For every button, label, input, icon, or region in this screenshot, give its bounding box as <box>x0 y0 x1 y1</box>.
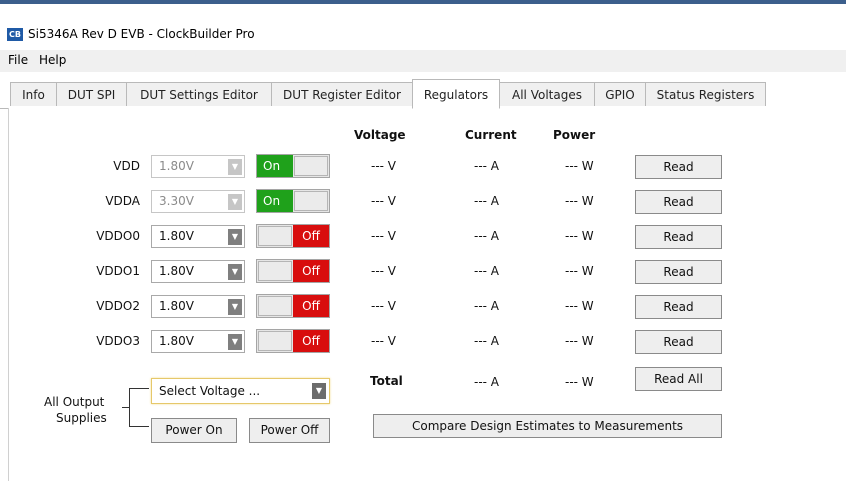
column-header-power: Power <box>553 128 596 142</box>
tab-bar: Info DUT SPI DUT Settings Editor DUT Reg… <box>0 79 846 109</box>
total-label: Total <box>370 374 403 388</box>
voltage-select[interactable]: 1.80V ▼ <box>151 260 245 283</box>
chevron-down-icon: ▼ <box>228 229 242 245</box>
toggle-on-label: On <box>257 155 293 177</box>
tab-regulators[interactable]: Regulators <box>412 79 500 109</box>
toggle-knob <box>258 261 292 281</box>
chevron-down-icon: ▼ <box>312 383 326 399</box>
power-value: --- W <box>565 229 594 243</box>
power-value: --- W <box>565 159 594 173</box>
compare-design-estimates-button[interactable]: Compare Design Estimates to Measurements <box>373 414 722 438</box>
toggle-knob <box>258 226 292 246</box>
toggle-knob <box>258 296 292 316</box>
read-button[interactable]: Read <box>635 330 722 354</box>
voltage-select-value: 1.80V <box>159 159 194 173</box>
voltage-select[interactable]: 1.80V ▼ <box>151 295 245 318</box>
app-icon: CB <box>7 28 23 41</box>
tab-gpio[interactable]: GPIO <box>594 82 646 106</box>
read-button[interactable]: Read <box>635 295 722 319</box>
column-header-voltage: Voltage <box>354 128 406 142</box>
tab-dut-settings-editor[interactable]: DUT Settings Editor <box>126 82 272 106</box>
voltage-select[interactable]: 1.80V ▼ <box>151 330 245 353</box>
row-label: VDDA <box>105 194 140 208</box>
chevron-down-icon: ▼ <box>228 194 242 210</box>
select-voltage-dropdown[interactable]: Select Voltage ... ▼ <box>151 378 330 404</box>
current-value: --- A <box>474 299 500 313</box>
row-label: VDD <box>113 159 140 173</box>
voltage-value: --- V <box>371 159 397 173</box>
toggle-off-label: Off <box>293 330 329 352</box>
row-label: VDDO3 <box>96 334 140 348</box>
voltage-select[interactable]: 1.80V ▼ <box>151 225 245 248</box>
power-toggle[interactable]: Off <box>256 329 330 353</box>
voltage-select: 1.80V ▼ <box>151 155 245 178</box>
voltage-select-value: 1.80V <box>159 264 194 278</box>
total-power-value: --- W <box>565 375 594 389</box>
current-value: --- A <box>474 194 500 208</box>
current-value: --- A <box>474 264 500 278</box>
bracket-stub <box>122 407 130 408</box>
chevron-down-icon: ▼ <box>228 334 242 350</box>
row-label: VDDO2 <box>96 299 140 313</box>
power-on-button[interactable]: Power On <box>151 418 237 443</box>
toggle-knob <box>294 156 328 176</box>
voltage-value: --- V <box>371 229 397 243</box>
row-label: VDDO0 <box>96 229 140 243</box>
tab-all-voltages[interactable]: All Voltages <box>499 82 595 106</box>
window-title: Si5346A Rev D EVB - ClockBuilder Pro <box>28 27 255 41</box>
toggle-off-label: Off <box>293 295 329 317</box>
read-button[interactable]: Read <box>635 225 722 249</box>
tab-status-registers[interactable]: Status Registers <box>645 82 766 106</box>
read-all-button[interactable]: Read All <box>635 367 722 391</box>
read-button[interactable]: Read <box>635 260 722 284</box>
voltage-select-value: 1.80V <box>159 299 194 313</box>
tab-dut-register-editor[interactable]: DUT Register Editor <box>271 82 413 106</box>
current-value: --- A <box>474 229 500 243</box>
total-current-value: --- A <box>474 375 500 389</box>
voltage-value: --- V <box>371 299 397 313</box>
current-value: --- A <box>474 159 500 173</box>
row-label: VDDO1 <box>96 264 140 278</box>
supplies-label: Supplies <box>56 411 107 425</box>
chevron-down-icon: ▼ <box>228 159 242 175</box>
voltage-value: --- V <box>371 194 397 208</box>
power-off-button[interactable]: Power Off <box>249 418 330 443</box>
bracket-bottom <box>129 426 149 427</box>
voltage-select: 3.30V ▼ <box>151 190 245 213</box>
all-output-label: All Output <box>44 395 105 409</box>
menu-file[interactable]: File <box>8 53 28 67</box>
menu-help[interactable]: Help <box>39 53 66 67</box>
voltage-select-value: 1.80V <box>159 229 194 243</box>
power-toggle[interactable]: On <box>256 154 330 178</box>
toggle-off-label: Off <box>293 260 329 282</box>
power-toggle[interactable]: On <box>256 189 330 213</box>
tab-info[interactable]: Info <box>10 82 57 106</box>
column-header-current: Current <box>465 128 517 142</box>
power-value: --- W <box>565 194 594 208</box>
voltage-value: --- V <box>371 334 397 348</box>
toggle-on-label: On <box>257 190 293 212</box>
toggle-knob <box>258 331 292 351</box>
voltage-select-value: 3.30V <box>159 194 194 208</box>
toggle-knob <box>294 191 328 211</box>
power-toggle[interactable]: Off <box>256 294 330 318</box>
current-value: --- A <box>474 334 500 348</box>
read-button[interactable]: Read <box>635 190 722 214</box>
power-value: --- W <box>565 334 594 348</box>
select-voltage-value: Select Voltage ... <box>159 384 261 398</box>
voltage-value: --- V <box>371 264 397 278</box>
read-button[interactable]: Read <box>635 155 722 179</box>
chevron-down-icon: ▼ <box>228 299 242 315</box>
power-value: --- W <box>565 264 594 278</box>
voltage-select-value: 1.80V <box>159 334 194 348</box>
power-toggle[interactable]: Off <box>256 259 330 283</box>
menu-bar: File Help <box>0 50 846 72</box>
chevron-down-icon: ▼ <box>228 264 242 280</box>
power-toggle[interactable]: Off <box>256 224 330 248</box>
power-value: --- W <box>565 299 594 313</box>
toggle-off-label: Off <box>293 225 329 247</box>
tab-dut-spi[interactable]: DUT SPI <box>56 82 127 106</box>
bracket-top <box>129 388 149 389</box>
title-bar: CB Si5346A Rev D EVB - ClockBuilder Pro <box>0 4 846 48</box>
